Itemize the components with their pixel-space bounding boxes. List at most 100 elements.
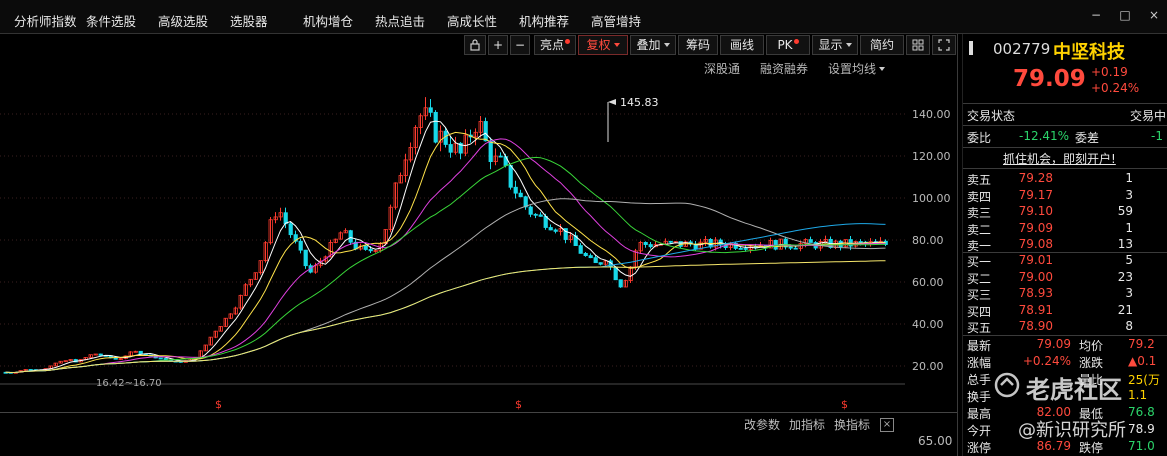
candle-body xyxy=(98,353,103,356)
bid-price: 78.93 xyxy=(1018,286,1053,300)
candle-body xyxy=(578,245,583,254)
lower-axis-tick: 65.00 xyxy=(918,434,953,448)
weicha-value: -1 xyxy=(1151,129,1163,143)
stat-label: 均价 xyxy=(1079,339,1104,353)
ask-volume: 59 xyxy=(1117,204,1133,218)
stat-label: 量比 xyxy=(1079,373,1104,387)
layout-button[interactable] xyxy=(906,35,930,55)
highlight-button[interactable]: 亮点 xyxy=(534,35,576,55)
simple-mode-button[interactable]: 简约 xyxy=(860,35,904,55)
price-chart-svg[interactable]: 140.00 120.00 100.00 80.00 60.00 40.00 20.00 14… xyxy=(0,82,957,412)
stat-value: 25(万 xyxy=(1128,373,1160,387)
price-change: +0.19 xyxy=(1091,65,1128,79)
candle-body xyxy=(283,212,288,225)
bid-volume: 23 xyxy=(1117,269,1133,284)
pk-button[interactable]: PK xyxy=(766,35,810,55)
menu-hot-chase[interactable]: 热点追击 xyxy=(375,0,425,34)
overlay-button[interactable]: 叠加 xyxy=(630,35,676,55)
candle-body xyxy=(738,248,743,250)
weibi-label: 委比 xyxy=(967,131,992,145)
zoom-in-button[interactable]: + xyxy=(488,35,508,55)
stat-value: 1.1 xyxy=(1128,388,1148,402)
display-button[interactable]: 显示 xyxy=(812,35,858,55)
expand-button[interactable] xyxy=(932,35,956,55)
candle-body xyxy=(113,357,118,360)
candle-body xyxy=(508,165,513,188)
close-indicator-button[interactable]: × xyxy=(880,418,894,432)
draw-line-button[interactable]: 画线 xyxy=(720,35,764,55)
ask-label: 卖四 xyxy=(967,189,992,204)
ma20-line xyxy=(5,138,886,374)
ma30-line xyxy=(5,156,886,374)
restore-rights-button[interactable]: 复权 xyxy=(578,35,628,55)
candle-body xyxy=(538,214,543,217)
y-tick-label: 60.00 xyxy=(912,276,944,289)
lock-icon xyxy=(470,39,480,51)
candle-body xyxy=(288,223,293,236)
candle-body xyxy=(528,206,533,215)
stat-value: 71.0 xyxy=(1128,439,1155,453)
trade-status-value: 交易中 xyxy=(1130,109,1167,123)
switch-indicator-link[interactable]: 换指标 xyxy=(834,413,870,437)
minimize-button[interactable]: − xyxy=(1088,8,1104,22)
ask-label: 卖三 xyxy=(967,206,992,220)
add-indicator-link[interactable]: 加指标 xyxy=(789,413,825,437)
candlestick-chart[interactable]: 140.00 120.00 100.00 80.00 60.00 40.00 20.00 14… xyxy=(0,82,957,412)
menu-analyst-index[interactable]: 分析师指数 xyxy=(14,0,77,34)
zoom-out-button[interactable]: − xyxy=(510,35,530,55)
shenzhen-connect-link[interactable]: 深股通 xyxy=(704,58,740,80)
menu-institution-increase[interactable]: 机构增仓 xyxy=(303,0,353,34)
stat-value: 82.00 xyxy=(1036,405,1071,419)
ma10-line xyxy=(5,131,886,374)
bid-label: 买四 xyxy=(967,304,992,319)
stat-label: 换手 xyxy=(967,390,992,404)
candle-body xyxy=(543,215,548,228)
indicator-bar: 改参数 加指标 换指标 × 65.00 xyxy=(0,412,957,448)
event-marker-icon: $ xyxy=(841,398,848,411)
chevron-down-icon xyxy=(879,67,886,71)
menu-toggle-icon[interactable] xyxy=(969,41,973,55)
ask-volume: 1 xyxy=(1125,171,1133,185)
menu-advanced-select[interactable]: 高级选股 xyxy=(158,0,208,34)
expand-icon xyxy=(938,39,950,51)
bid-label: 买五 xyxy=(967,321,992,335)
bid-label: 买三 xyxy=(967,288,992,302)
ma60-line xyxy=(5,198,886,374)
high-marker-arrow-icon xyxy=(608,99,616,105)
ma-settings-link[interactable]: 设置均线 xyxy=(828,58,886,80)
candle-body xyxy=(443,130,448,145)
chart-toolbar: + − 亮点 复权 叠加 筹码 画线 PK 显示 简约 xyxy=(464,34,957,56)
close-button[interactable]: × xyxy=(1146,8,1162,22)
open-account-promo[interactable]: 抓住机会，即刻开户! xyxy=(1003,150,1116,167)
change-params-link[interactable]: 改参数 xyxy=(744,413,780,437)
stat-label: 涨幅 xyxy=(967,356,992,370)
weibi-value: -12.41% xyxy=(1019,129,1070,143)
bid-volume: 21 xyxy=(1117,302,1133,317)
candle-body xyxy=(548,227,553,231)
chevron-down-icon xyxy=(613,43,620,47)
ask-volume: 3 xyxy=(1125,187,1133,202)
bid-price: 79.00 xyxy=(1018,269,1053,284)
chips-button[interactable]: 筹码 xyxy=(678,35,718,55)
weicha-label: 委差 xyxy=(1075,131,1100,145)
candle-body xyxy=(588,255,593,259)
menu-high-growth[interactable]: 高成长性 xyxy=(447,0,497,34)
candle-body xyxy=(518,192,523,198)
maximize-button[interactable]: □ xyxy=(1117,8,1133,22)
ask-price: 79.10 xyxy=(1018,204,1053,218)
menu-stock-selector[interactable]: 选股器 xyxy=(230,0,268,34)
y-tick-label: 120.00 xyxy=(912,150,951,163)
bid-volume: 8 xyxy=(1125,319,1133,333)
highlight-dot-icon xyxy=(565,39,570,44)
menu-executive-increase[interactable]: 高管增持 xyxy=(591,0,641,34)
bid-volume: 3 xyxy=(1125,286,1133,300)
margin-trading-link[interactable]: 融资融券 xyxy=(760,58,808,80)
lock-button[interactable] xyxy=(464,35,486,55)
candle-body xyxy=(793,247,798,250)
bid-price: 78.90 xyxy=(1018,319,1053,333)
stat-value: 86.79 xyxy=(1036,439,1071,453)
menu-institution-recommend[interactable]: 机构推荐 xyxy=(519,0,569,34)
candle-body xyxy=(483,121,488,142)
menu-condition-select[interactable]: 条件选股 xyxy=(86,0,136,34)
price-change-pct: +0.24% xyxy=(1091,81,1140,95)
